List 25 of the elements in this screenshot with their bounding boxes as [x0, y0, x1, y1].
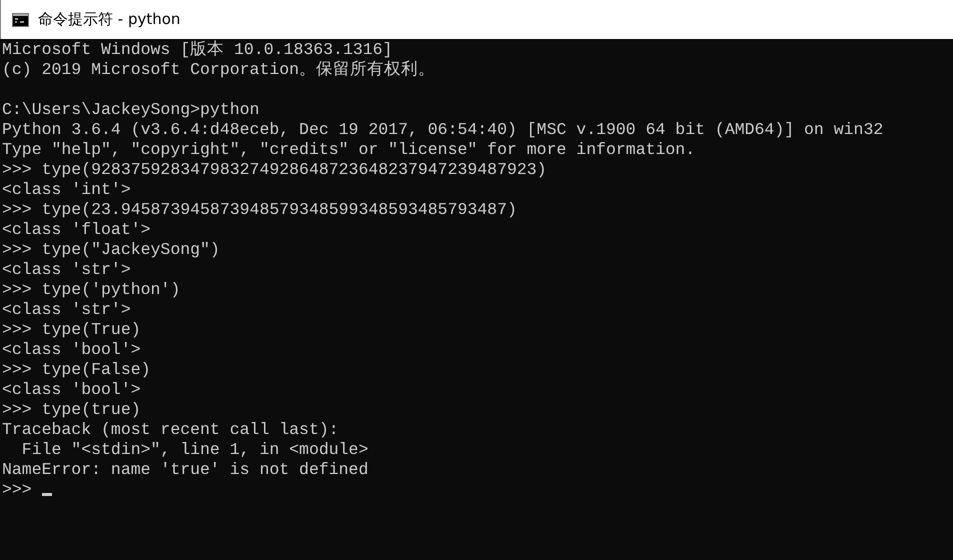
console-line: Type "help", "copyright", "credits" or "license" for more information. [2, 140, 696, 159]
console-line: C:\Users\JackeySong>python [2, 100, 260, 119]
console-line: <class 'bool'> [2, 340, 141, 359]
console-line: NameError: name 'true' is not defined [2, 460, 368, 479]
console-line: <class 'str'> [2, 300, 131, 319]
console-line: <class 'int'> [2, 180, 131, 199]
console-line: >>> type(False) [2, 360, 151, 379]
window-title: 命令提示符 - python [38, 10, 180, 29]
console-line: >>> type('python') [2, 280, 180, 299]
console-line: (c) 2019 Microsoft Corporation。保留所有权利。 [2, 60, 436, 79]
console-line: <class 'bool'> [2, 380, 141, 399]
console-line: Traceback (most recent call last): [2, 420, 339, 439]
command-prompt-icon [12, 12, 29, 26]
console-line: <class 'float'> [2, 220, 151, 239]
console-line: Python 3.6.4 (v3.6.4:d48eceb, Dec 19 2017, 06:54:40) [MSC v.1900 64 bit (AMD64)] on win32 [2, 120, 884, 139]
console-line: >>> type(True) [2, 320, 141, 339]
text-cursor [42, 492, 52, 496]
console-line: Microsoft Windows [版本 10.0.18363.1316] [2, 40, 392, 59]
console-prompt: >>> [2, 480, 32, 500]
console-line: >>> type(928375928347983274928648723648237947239487923) [2, 160, 547, 179]
console-line: >>> type("JackeySong") [2, 240, 220, 259]
console-line: File "<stdin>", line 1, in <module> [20, 440, 368, 459]
console-line: >>> type(23.945873945873948579348599348593485793487) [2, 200, 517, 219]
console-line: <class 'str'> [2, 260, 131, 279]
console-line: >>> type(true) [2, 400, 141, 419]
